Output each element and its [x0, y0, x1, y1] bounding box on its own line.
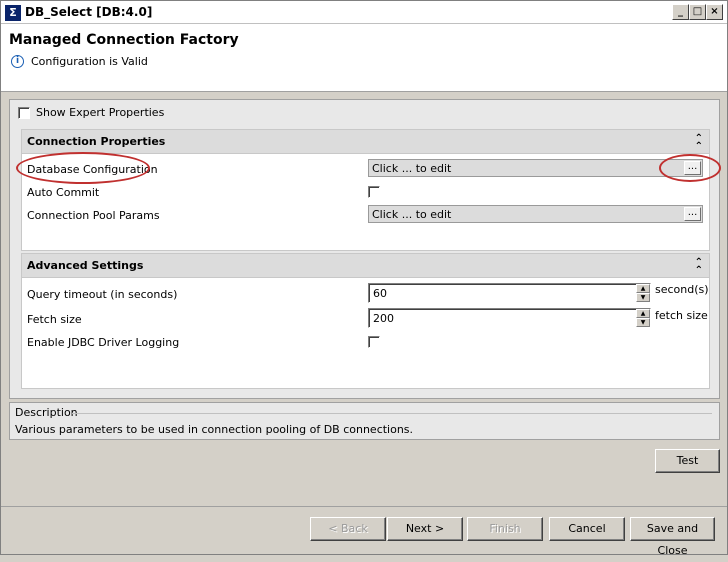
database-configuration-value: Click ... to edit — [372, 162, 452, 175]
collapse-icon[interactable]: ⌃ ⌃ — [695, 258, 703, 276]
connection-pool-params-edit-button[interactable]: ... — [684, 207, 701, 221]
back-button[interactable]: < Back — [310, 517, 386, 541]
auto-commit-checkbox[interactable] — [368, 186, 380, 198]
spin-up-icon[interactable]: ▲ — [636, 309, 650, 318]
spin-down-icon[interactable]: ▼ — [636, 293, 650, 302]
query-timeout-label: Query timeout (in seconds) — [27, 288, 178, 301]
page-title: Managed Connection Factory — [9, 32, 239, 48]
fetch-size-label: Fetch size — [27, 313, 82, 326]
description-title: Description — [15, 406, 78, 419]
fetch-size-value: 200 — [373, 312, 394, 325]
database-configuration-field[interactable]: Click ... to edit ... — [368, 159, 703, 177]
spin-up-icon[interactable]: ▲ — [636, 284, 650, 293]
annotation-highlight — [659, 154, 721, 182]
validation-status: Configuration is Valid — [31, 55, 148, 68]
advanced-settings-section: Advanced Settings ⌃ ⌃ Query timeout (in s… — [21, 253, 710, 389]
finish-button[interactable]: Finish — [467, 517, 543, 541]
connection-properties-header[interactable]: Connection Properties ⌃ ⌃ — [22, 130, 709, 154]
connection-pool-params-label: Connection Pool Params — [27, 209, 160, 222]
next-button[interactable]: Next > — [387, 517, 463, 541]
connection-pool-params-value: Click ... to edit — [372, 208, 452, 221]
divider — [72, 413, 712, 414]
dialog-header: Managed Connection Factory i Configurati… — [1, 24, 727, 92]
spin-down-icon[interactable]: ▼ — [636, 318, 650, 327]
fetch-size-unit: fetch size — [655, 309, 708, 322]
annotation-highlight — [16, 152, 150, 184]
save-and-close-button[interactable]: Save and Close — [630, 517, 715, 557]
app-icon: Σ — [5, 5, 21, 21]
connection-pool-params-field[interactable]: Click ... to edit ... — [368, 205, 703, 223]
cancel-button[interactable]: Cancel — [549, 517, 625, 541]
query-timeout-value: 60 — [373, 287, 387, 300]
close-button[interactable]: × — [706, 4, 723, 20]
fetch-size-spinner[interactable]: 200 ▲ ▼ — [368, 308, 651, 328]
show-expert-checkbox[interactable] — [18, 107, 30, 119]
divider — [1, 506, 727, 507]
description-text: Various parameters to be used in connect… — [15, 423, 414, 436]
auto-commit-label: Auto Commit — [27, 186, 100, 199]
show-expert-label: Show Expert Properties — [36, 106, 165, 119]
advanced-settings-header[interactable]: Advanced Settings ⌃ ⌃ — [22, 254, 709, 278]
description-panel: Description Various parameters to be use… — [9, 402, 720, 440]
minimize-button[interactable]: _ — [672, 4, 689, 20]
query-timeout-spinner[interactable]: 60 ▲ ▼ — [368, 283, 651, 303]
title-bar: Σ DB_Select [DB:4.0] _ □ × — [1, 1, 727, 24]
window-title: DB_Select [DB:4.0] — [25, 5, 153, 19]
enable-jdbc-logging-checkbox[interactable] — [368, 336, 380, 348]
connection-properties-section: Connection Properties ⌃ ⌃ Database Config… — [21, 129, 710, 251]
section-title: Connection Properties — [27, 135, 166, 148]
dialog-window: Σ DB_Select [DB:4.0] _ □ × Managed Conne… — [0, 0, 728, 557]
collapse-icon[interactable]: ⌃ ⌃ — [695, 134, 703, 152]
enable-jdbc-logging-label: Enable JDBC Driver Logging — [27, 336, 180, 349]
test-button[interactable]: Test — [655, 449, 720, 473]
section-title: Advanced Settings — [27, 259, 144, 272]
info-icon: i — [11, 55, 24, 68]
maximize-button[interactable]: □ — [689, 4, 706, 20]
query-timeout-unit: second(s) — [655, 283, 709, 296]
properties-panel: Show Expert Properties Connection Proper… — [9, 99, 720, 399]
